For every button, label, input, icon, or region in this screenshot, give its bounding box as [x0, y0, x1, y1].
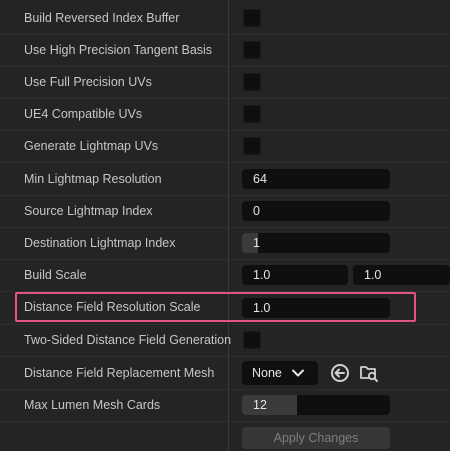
- row-build-scale: Build Scale 1.0 1.0: [0, 259, 450, 291]
- chevron-down-icon: [292, 369, 304, 377]
- distance-field-replacement-mesh-dropdown[interactable]: None: [242, 361, 318, 385]
- row-source-lightmap-index: Source Lightmap Index 0: [0, 195, 450, 227]
- destination-lightmap-index-label: Destination Lightmap Index: [24, 236, 176, 250]
- ue4-compatible-uvs-label: UE4 Compatible UVs: [24, 107, 143, 121]
- use-full-precision-uvs-checkbox[interactable]: [243, 73, 261, 91]
- max-lumen-mesh-cards-spinbox[interactable]: 12: [242, 395, 390, 415]
- distance-field-replacement-mesh-value: None: [252, 366, 282, 380]
- two-sided-distance-field-generation-label: Two-Sided Distance Field Generation: [24, 333, 232, 347]
- row-use-full-precision-uvs: Use Full Precision UVs: [0, 66, 450, 98]
- destination-lightmap-index-spinbox[interactable]: 1: [242, 233, 390, 253]
- destination-lightmap-index-value: 1: [253, 236, 260, 250]
- source-lightmap-index-input[interactable]: 0: [242, 201, 390, 221]
- build-scale-x-input[interactable]: 1.0: [242, 265, 348, 285]
- generate-lightmap-uvs-checkbox[interactable]: [243, 137, 261, 155]
- row-two-sided-distance-field-generation: Two-Sided Distance Field Generation: [0, 324, 450, 356]
- folder-search-icon[interactable]: [358, 362, 380, 384]
- min-lightmap-resolution-label: Min Lightmap Resolution: [24, 172, 162, 186]
- max-lumen-mesh-cards-fill: [242, 395, 297, 415]
- highlight-box: [15, 292, 416, 322]
- row-max-lumen-mesh-cards: Max Lumen Mesh Cards 12: [0, 389, 450, 421]
- use-high-precision-tangent-basis-checkbox[interactable]: [243, 41, 261, 59]
- build-scale-label: Build Scale: [24, 268, 87, 282]
- distance-field-replacement-mesh-label: Distance Field Replacement Mesh: [24, 366, 215, 380]
- static-mesh-build-settings-panel: Build Reversed Index Buffer Use High Pre…: [0, 0, 450, 451]
- max-lumen-mesh-cards-value: 12: [253, 398, 267, 412]
- max-lumen-mesh-cards-label: Max Lumen Mesh Cards: [24, 398, 161, 412]
- build-reversed-index-buffer-label: Build Reversed Index Buffer: [24, 11, 180, 25]
- two-sided-distance-field-generation-checkbox[interactable]: [243, 331, 261, 349]
- ue4-compatible-uvs-checkbox[interactable]: [243, 105, 261, 123]
- row-build-reversed-index-buffer: Build Reversed Index Buffer: [0, 2, 450, 34]
- arrow-left-circle-icon[interactable]: [329, 362, 351, 384]
- use-full-precision-uvs-label: Use Full Precision UVs: [24, 75, 152, 89]
- row-min-lightmap-resolution: Min Lightmap Resolution 64: [0, 163, 450, 195]
- use-high-precision-tangent-basis-label: Use High Precision Tangent Basis: [24, 43, 213, 57]
- generate-lightmap-uvs-label: Generate Lightmap UVs: [24, 139, 159, 153]
- build-reversed-index-buffer-checkbox[interactable]: [243, 9, 261, 27]
- row-ue4-compatible-uvs: UE4 Compatible UVs: [0, 98, 450, 130]
- source-lightmap-index-label: Source Lightmap Index: [24, 204, 153, 218]
- build-scale-y-input[interactable]: 1.0: [353, 265, 450, 285]
- row-destination-lightmap-index: Destination Lightmap Index 1: [0, 227, 450, 259]
- row-separator: [0, 421, 450, 422]
- row-distance-field-replacement-mesh: Distance Field Replacement Mesh None: [0, 357, 450, 389]
- apply-changes-button[interactable]: Apply Changes: [242, 427, 390, 449]
- row-use-high-precision-tangent-basis: Use High Precision Tangent Basis: [0, 34, 450, 66]
- min-lightmap-resolution-input[interactable]: 64: [242, 169, 390, 189]
- row-generate-lightmap-uvs: Generate Lightmap UVs: [0, 130, 450, 162]
